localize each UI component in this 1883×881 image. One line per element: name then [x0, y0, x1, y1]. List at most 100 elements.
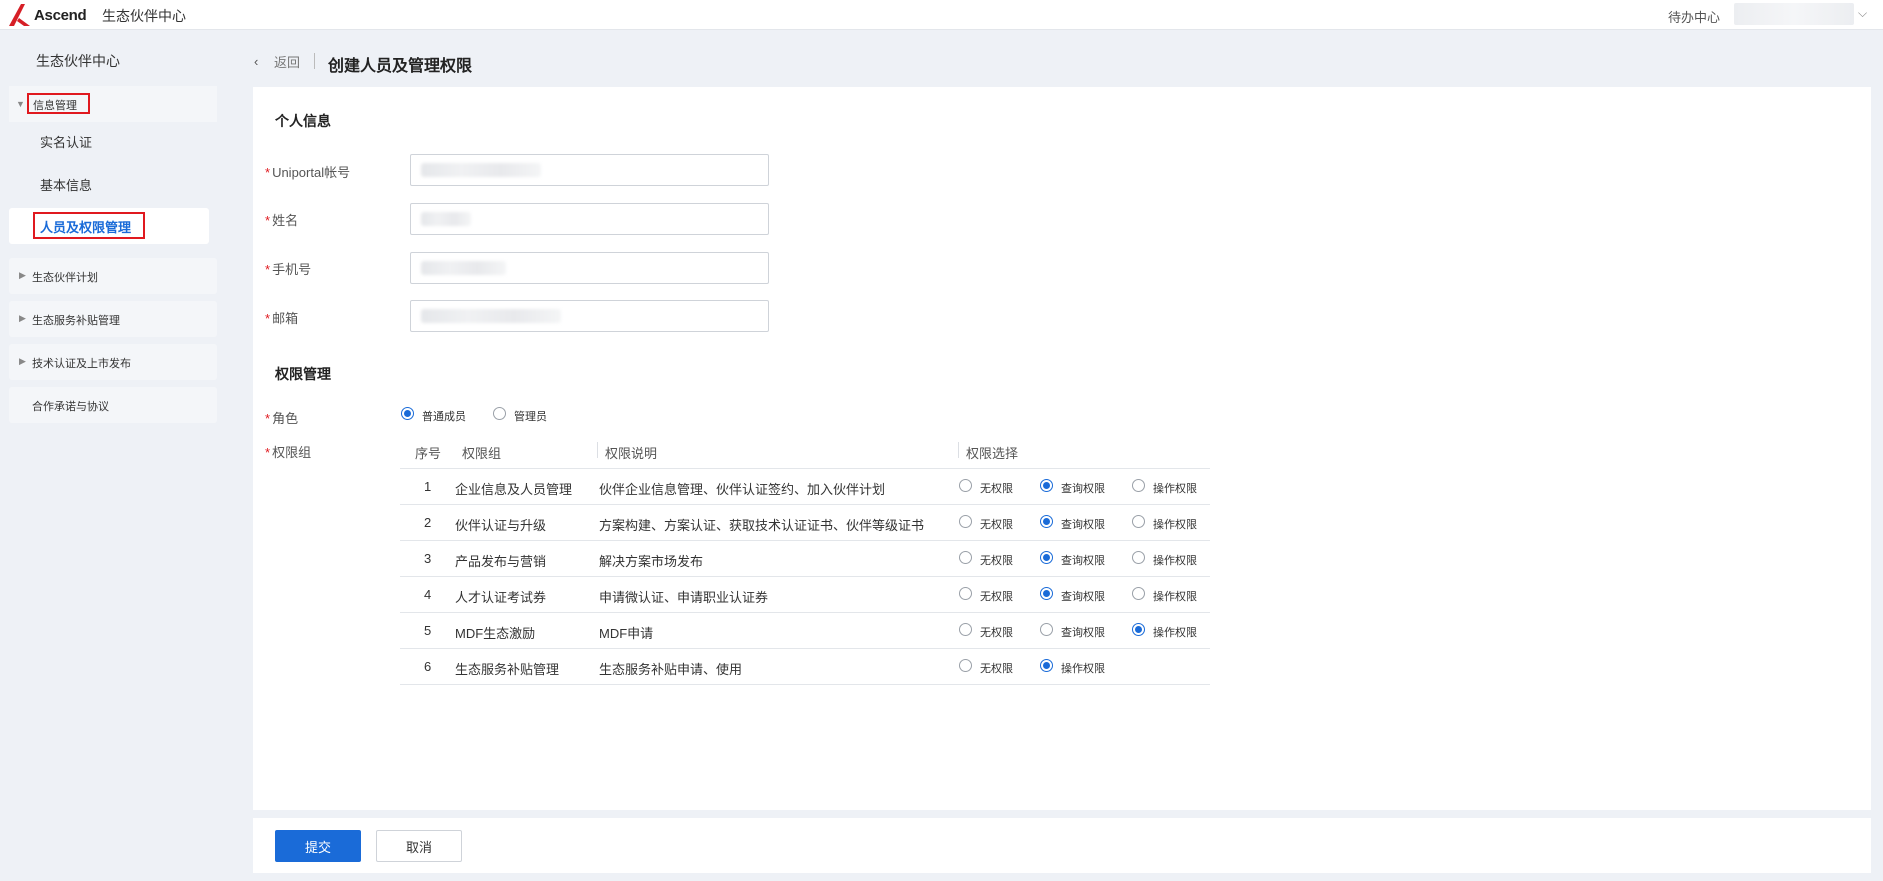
radio-no-permission[interactable]	[959, 515, 972, 528]
radio-operate-permission[interactable]	[1132, 587, 1145, 600]
role-option-label[interactable]: 管理员	[514, 408, 547, 424]
caret-right-icon: ▶	[19, 313, 26, 323]
row-divider	[400, 504, 1210, 505]
radio-no-permission[interactable]	[959, 587, 972, 600]
submit-button[interactable]: 提交	[275, 830, 361, 862]
cell-group: 产品发布与营销	[455, 554, 547, 569]
option-label[interactable]: 查询权限	[1061, 480, 1105, 496]
radio-query-permission[interactable]	[1040, 551, 1053, 564]
sidebar-group-label: 生态伙伴计划	[32, 272, 98, 284]
role-option-label[interactable]: 普通成员	[422, 408, 466, 424]
required-mark: *	[265, 213, 271, 228]
cell-group: 生态服务补贴管理	[455, 662, 560, 677]
redacted-value	[421, 212, 471, 226]
required-mark: *	[265, 445, 271, 460]
back-link[interactable]: 返回	[274, 52, 300, 71]
chevron-down-icon[interactable]: ⌵	[1858, 6, 1867, 21]
option-label[interactable]: 无权限	[980, 660, 1013, 676]
redacted-value	[421, 261, 506, 275]
sidebar-group-agreements[interactable]: 合作承诺与协议	[9, 387, 217, 423]
phone-input[interactable]	[410, 252, 769, 284]
name-input[interactable]	[410, 203, 769, 235]
column-header-desc: 权限说明	[605, 446, 658, 461]
field-label-text: Uniportal帐号	[272, 165, 351, 180]
option-label[interactable]: 查询权限	[1061, 624, 1105, 640]
radio-no-permission[interactable]	[959, 659, 972, 672]
sidebar-heading: 生态伙伴中心	[36, 53, 120, 69]
field-label-permission-group: * 权限组	[265, 442, 311, 461]
option-label[interactable]: 查询权限	[1061, 552, 1105, 568]
cell-group: 企业信息及人员管理	[455, 482, 573, 497]
option-label[interactable]: 操作权限	[1153, 552, 1197, 568]
sidebar-item-realname[interactable]: 实名认证	[40, 132, 92, 151]
radio-query-permission[interactable]	[1040, 515, 1053, 528]
cell-no: 5	[424, 623, 432, 638]
cancel-button[interactable]: 取消	[376, 830, 462, 862]
radio-no-permission[interactable]	[959, 551, 972, 564]
user-account-menu[interactable]	[1734, 3, 1854, 25]
section-title-personal: 个人信息	[275, 113, 331, 129]
role-radio-member[interactable]	[401, 407, 414, 420]
caret-right-icon: ▶	[19, 270, 26, 280]
sidebar-group-partner-plan[interactable]: ▶ 生态伙伴计划	[9, 258, 217, 294]
caret-right-icon: ▶	[19, 356, 26, 366]
sidebar-group-tech-cert[interactable]: ▶ 技术认证及上市发布	[9, 344, 217, 380]
field-label-role: * 角色	[265, 408, 298, 427]
app-title[interactable]: 生态伙伴中心	[102, 6, 186, 26]
column-header-no: 序号	[415, 446, 442, 461]
header-divider	[314, 53, 315, 69]
field-label-uniportal: * Uniportal帐号	[265, 162, 350, 181]
radio-query-permission[interactable]	[1040, 479, 1053, 492]
option-label[interactable]: 操作权限	[1061, 660, 1105, 676]
cell-no: 2	[424, 515, 432, 530]
option-label[interactable]: 无权限	[980, 624, 1013, 640]
field-label-text: 邮箱	[272, 311, 299, 326]
radio-operate-permission[interactable]	[1132, 515, 1145, 528]
radio-operate-permission[interactable]	[1040, 659, 1053, 672]
radio-operate-permission[interactable]	[1132, 623, 1145, 636]
sidebar-item-basic-info[interactable]: 基本信息	[40, 175, 92, 194]
row-divider	[400, 684, 1210, 685]
app-logo[interactable]: Ascend	[8, 3, 87, 27]
radio-query-permission[interactable]	[1040, 623, 1053, 636]
column-header-group: 权限组	[462, 446, 502, 461]
radio-operate-permission[interactable]	[1132, 479, 1145, 492]
row-divider	[400, 540, 1210, 541]
required-mark: *	[265, 311, 271, 326]
option-label[interactable]: 无权限	[980, 552, 1013, 568]
sidebar-group-label[interactable]: 信息管理	[33, 97, 77, 113]
redacted-value	[421, 309, 561, 323]
field-label-name: * 姓名	[265, 210, 298, 229]
sidebar-group-label: 技术认证及上市发布	[32, 358, 131, 370]
radio-operate-permission[interactable]	[1132, 551, 1145, 564]
top-bar: Ascend 生态伙伴中心 待办中心 ⌵	[0, 0, 1883, 30]
radio-no-permission[interactable]	[959, 479, 972, 492]
role-radio-admin[interactable]	[493, 407, 506, 420]
option-label[interactable]: 操作权限	[1153, 588, 1197, 604]
uniportal-input[interactable]	[410, 154, 769, 186]
caret-down-icon: ▼	[16, 99, 25, 109]
cell-desc: 解决方案市场发布	[599, 554, 704, 569]
sidebar-group-service-subsidy[interactable]: ▶ 生态服务补贴管理	[9, 301, 217, 337]
form-footer	[253, 818, 1871, 873]
email-input[interactable]	[410, 300, 769, 332]
option-label[interactable]: 操作权限	[1153, 516, 1197, 532]
option-label[interactable]: 操作权限	[1153, 480, 1197, 496]
option-label[interactable]: 查询权限	[1061, 516, 1105, 532]
option-label[interactable]: 无权限	[980, 516, 1013, 532]
radio-query-permission[interactable]	[1040, 587, 1053, 600]
column-header-select: 权限选择	[966, 446, 1019, 461]
cell-desc: 申请微认证、申请职业认证券	[599, 590, 769, 605]
option-label[interactable]: 查询权限	[1061, 588, 1105, 604]
option-label[interactable]: 无权限	[980, 480, 1013, 496]
radio-no-permission[interactable]	[959, 623, 972, 636]
chevron-left-icon[interactable]: ‹	[254, 54, 258, 69]
option-label[interactable]: 操作权限	[1153, 624, 1197, 640]
option-label[interactable]: 无权限	[980, 588, 1013, 604]
sidebar-item-personnel-permissions[interactable]: 人员及权限管理	[40, 217, 131, 236]
cell-no: 3	[424, 551, 432, 566]
todo-center-link[interactable]: 待办中心	[1668, 7, 1720, 26]
cell-no: 1	[424, 479, 432, 494]
cell-desc: MDF申请	[599, 626, 654, 641]
required-mark: *	[265, 411, 271, 426]
